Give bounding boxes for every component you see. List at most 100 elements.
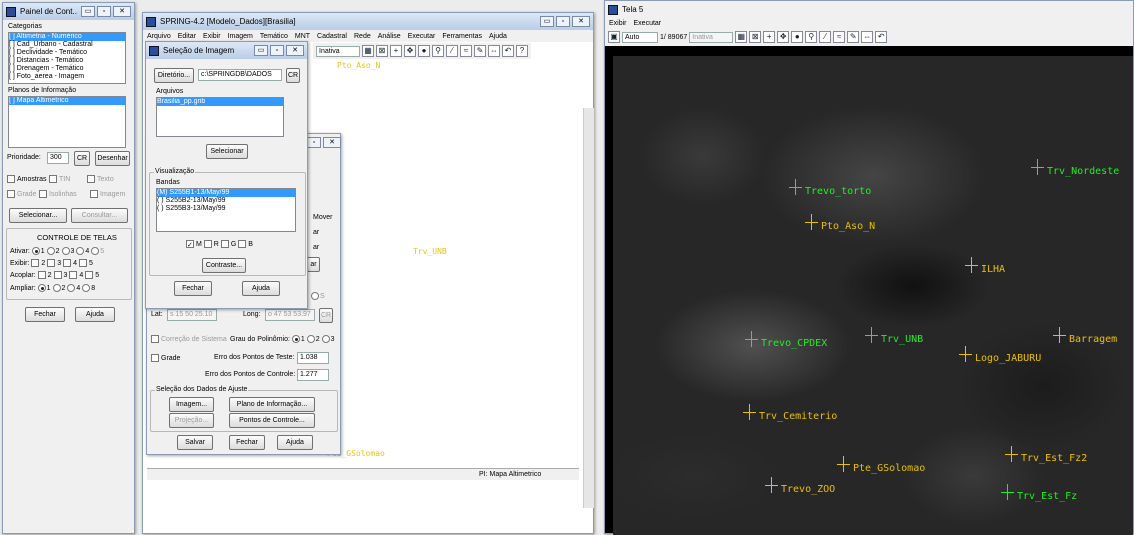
long-input[interactable]: o 47 53 53.97 [265,309,315,321]
list-item[interactable]: [ ] Cad_Urbano - Cadastral [9,41,125,49]
selecionar-button[interactable]: Selecionar [206,144,248,159]
grau-radio-1[interactable] [291,335,300,343]
tool-plus-icon[interactable]: + [390,45,402,57]
cr-button[interactable]: CR [319,308,333,323]
menu-tematico[interactable]: Temático [260,33,288,40]
close-icon[interactable]: ✕ [572,16,590,27]
contraste-button[interactable]: Contraste... [202,258,246,273]
list-item[interactable]: [ ] Foto_aerea - Imagem [9,73,125,81]
ampliar-radio-2[interactable] [52,284,61,292]
ativar-radio-1[interactable] [31,247,40,255]
correcao-check[interactable]: Correção de Sistema [151,335,227,343]
exibir-check-2[interactable] [31,259,40,267]
ampliar-radio-1[interactable] [37,284,46,292]
maximize-icon[interactable]: ▫ [556,16,570,27]
list-item[interactable]: (M) S255B1-13/May/99 [157,189,295,197]
lat-input[interactable]: s 15 50 25.10 [167,309,217,321]
tool-undo-icon[interactable]: ↶ [502,45,514,57]
radio-s[interactable]: S [311,292,325,300]
ajuda-button[interactable]: Ajuda [242,281,280,296]
menu-cadastral[interactable]: Cadastral [317,33,347,40]
tool-search-icon[interactable]: ⚲ [805,31,818,43]
menu-executar[interactable]: Executar [408,33,436,40]
menu-analise[interactable]: Análise [378,33,401,40]
desenhar-button[interactable]: Desenhar [95,151,130,166]
menu-ferramentas[interactable]: Ferramentas [442,33,482,40]
minimize-icon[interactable]: ▭ [540,16,554,27]
tool-line-icon[interactable]: ⁄ [446,45,458,57]
consultar-button[interactable]: Consultar... [71,208,128,223]
ar-button[interactable]: ar [307,257,320,272]
tool-search-icon[interactable]: ⚲ [432,45,444,57]
view-icon[interactable]: ▣ [608,31,620,43]
pontos-button[interactable]: Pontos de Controle... [229,413,315,428]
maximize-icon[interactable]: ▫ [270,45,284,56]
imagem-button[interactable]: Imagem... [169,397,214,412]
painel-titlebar[interactable]: Painel de Cont... ▭ ▫ ✕ [3,3,134,20]
plano-button[interactable]: Plano de Informação... [229,397,315,412]
acoplar-check-5[interactable] [85,271,94,279]
exibir-check-4[interactable] [63,259,72,267]
arquivos-list[interactable]: Brasilia_pp.grib [156,97,284,137]
fechar-button[interactable]: Fechar [25,307,65,322]
tool-line-icon[interactable]: ⁄ [819,31,832,43]
g-check[interactable] [220,240,229,248]
menu-arquivo[interactable]: Arquivo [147,33,171,40]
spring-titlebar[interactable]: SPRING-4.2 [Modelo_Dados][Brasilia] ▭ ▫ ✕ [143,13,593,30]
inativa-select[interactable]: Inativa [689,31,734,43]
close-icon[interactable]: ✕ [113,6,131,17]
tool-grid-icon[interactable]: ▦ [362,45,374,57]
tool-edit-icon[interactable]: ✎ [474,45,486,57]
close-icon[interactable]: ✕ [286,45,304,56]
amostras-check[interactable]: Amostras [7,175,47,183]
projecao-button[interactable]: Projeção... [169,413,214,428]
categorias-list[interactable]: [ ] Altimetria - Numérico [ ] Cad_Urbano… [8,32,126,84]
selecionar-button[interactable]: Selecionar... [9,208,67,223]
grade-check[interactable]: Grade [151,354,180,362]
menu-rede[interactable]: Rede [354,33,371,40]
ajuda-button[interactable]: Ajuda [75,307,115,322]
texto-check[interactable]: Texto [87,175,114,183]
list-item[interactable]: ( ) S255B3-13/May/99 [157,205,295,213]
m-check[interactable]: ✓ [186,240,194,249]
b-check[interactable] [238,240,247,248]
acoplar-check-2[interactable] [37,271,46,279]
tool-plus-icon[interactable]: + [763,31,776,43]
fechar-button[interactable]: Fechar [229,435,265,450]
cr-button[interactable]: CR [286,68,300,83]
zoom-select[interactable]: Auto [622,31,658,43]
erro-teste-input[interactable]: 1.038 [297,352,329,364]
ativar-radio-5[interactable] [91,247,100,255]
ampliar-radio-4[interactable] [67,284,76,292]
list-item[interactable]: [ ] Distancias - Temático [9,57,125,65]
r-check[interactable] [203,240,212,248]
tool-help-icon[interactable]: ? [516,45,528,57]
diretorio-button[interactable]: Diretório... [154,68,194,83]
grau-radio-2[interactable] [306,335,315,343]
ativar-radio-2[interactable] [46,247,55,255]
list-item[interactable]: [ ] Drenagem - Temático [9,65,125,73]
tool-info-icon[interactable]: ● [418,45,430,57]
list-item[interactable]: [ ] Altimetria - Numérico [9,33,125,41]
tool-curve-icon[interactable]: ≈ [833,31,846,43]
menu-ajuda[interactable]: Ajuda [489,33,507,40]
minimize-icon[interactable]: ▭ [254,45,268,56]
ampliar-radio-8[interactable] [82,284,91,292]
tool-undo-icon[interactable]: ↶ [875,31,888,43]
tool-zoom-icon[interactable]: ⊠ [749,31,762,43]
s-radio[interactable] [311,292,319,300]
tool-pan-icon[interactable]: ✥ [777,31,790,43]
diretorio-input[interactable]: c:\SPRINGDB\DADOS [198,69,282,81]
acoplar-check-4[interactable] [69,271,78,279]
tela5-titlebar[interactable]: Tela 5 [605,1,1133,18]
tool-pan-icon[interactable]: ✥ [404,45,416,57]
menu-mnt[interactable]: MNT [295,33,310,40]
fechar-button[interactable]: Fechar [174,281,212,296]
tool-info-icon[interactable]: ● [791,31,804,43]
vertical-scrollbar[interactable] [583,108,594,508]
list-item[interactable]: Brasilia_pp.grib [157,98,283,106]
bandas-list[interactable]: (M) S255B1-13/May/99 ( ) S255B2-13/May/9… [156,188,296,232]
tool-arrow-icon[interactable]: ⇔ [861,31,874,43]
menu-executar[interactable]: Executar [634,20,662,27]
tool-zoom-icon[interactable]: ⊠ [376,45,388,57]
